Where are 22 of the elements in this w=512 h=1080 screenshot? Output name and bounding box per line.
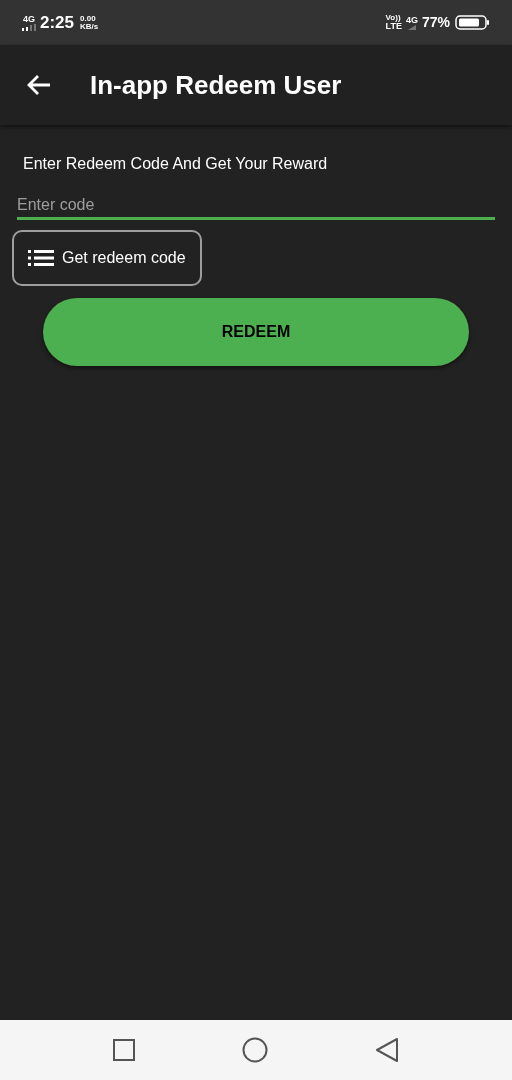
speed-value: 0.00 [80, 14, 97, 23]
code-input-field[interactable]: Enter code [17, 193, 495, 220]
battery-icon [455, 15, 490, 30]
screen-title: In-app Redeem User [90, 68, 342, 102]
back-button[interactable] [26, 74, 52, 96]
battery-percent: 77% [421, 13, 450, 32]
volte-label: Vo)) [385, 14, 401, 22]
clock: 2:25 [40, 11, 75, 34]
back-arrow-icon [26, 74, 52, 96]
lte-label: LTE [385, 22, 402, 31]
list-icon [28, 250, 54, 266]
signal-icon [407, 24, 416, 30]
home-icon[interactable] [242, 1037, 268, 1063]
recents-icon[interactable] [113, 1039, 136, 1061]
network-label: 4G [405, 15, 418, 25]
get-code-button[interactable]: Get redeem code [12, 230, 202, 286]
instruction-text: Enter Redeem Code And Get Your Reward [22, 154, 329, 174]
signal-icon [22, 23, 36, 31]
back-icon[interactable] [374, 1037, 399, 1063]
redeem-button[interactable]: REDEEM [43, 298, 469, 366]
speed-unit: KB/s [80, 22, 99, 31]
network-label: 4G [23, 14, 35, 24]
